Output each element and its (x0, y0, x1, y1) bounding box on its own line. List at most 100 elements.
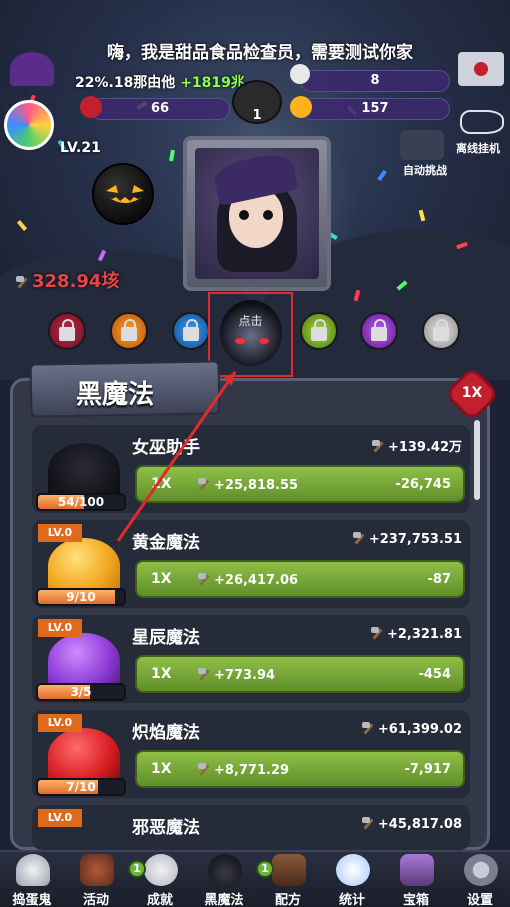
level-badge: LV.0 (38, 524, 82, 542)
nav-label: 活动 (82, 893, 109, 907)
pumpkin-face (106, 185, 144, 203)
bottom-nav: 捣蛋鬼 活动 1 成就 黑魔法 1 配方 统计 宝箱 设置 (0, 850, 510, 907)
damage-display: 328.94垓 (15, 267, 119, 293)
buy-gain: +26,417.06 (197, 572, 298, 588)
item-reward: +61,399.02 (361, 721, 462, 737)
locked-orb-green[interactable] (300, 312, 338, 350)
skull-count: 8 (370, 73, 380, 88)
auto-battle-label[interactable]: 自动挑战 (390, 162, 460, 178)
scrollbar[interactable] (474, 420, 480, 500)
demon-eye (259, 338, 269, 344)
list-item: LV.0 7/10 炽焰魔法 +61,399.02 1X +8,771.29 -… (32, 710, 470, 798)
tombstone-icon[interactable] (400, 130, 444, 160)
item-thumbnail: LV.0 (38, 619, 122, 689)
item-thumbnail (38, 429, 122, 499)
skull-icon (290, 64, 310, 84)
progress-text: 3/5 (70, 685, 92, 699)
item-reward-value: +61,399.02 (377, 722, 462, 737)
nav-item-settings[interactable]: 设置 (450, 852, 510, 907)
locked-orb-orange[interactable] (110, 312, 148, 350)
list-item: 54/100 女巫助手 +139.42万 1X +25,818.55 -26,7… (32, 425, 470, 513)
axe-icon (15, 275, 29, 289)
skull-icon (144, 854, 178, 886)
demon-eyes (235, 338, 271, 346)
buy-gain-value: +26,417.06 (214, 573, 299, 588)
level-badge: LV.0 (38, 809, 82, 827)
locked-orb-purple[interactable] (360, 312, 398, 350)
list-item: LV.0 9/10 黄金魔法 +237,753.51 1X +26,417.06… (32, 520, 470, 608)
dialog-message: 嗨，我是甜品食品检查员，需要测试你家 (107, 43, 413, 63)
buy-multiplier: 1X (151, 476, 172, 492)
progress-text: 54/100 (57, 495, 105, 509)
potion-icon (80, 96, 102, 118)
buy-button[interactable]: 1X +26,417.06 -87 (135, 560, 465, 598)
item-name: 炽焰魔法 (132, 723, 200, 743)
buy-button[interactable]: 1X +773.94 -454 (135, 655, 465, 693)
lock-icon (433, 319, 449, 341)
item-reward: +237,753.51 (352, 531, 462, 547)
witch-hat-icon (10, 52, 54, 86)
item-reward: +45,817.08 (361, 816, 462, 832)
book-icon (272, 854, 306, 886)
item-name: 黄金魔法 (132, 533, 200, 553)
level-badge: LV.0 (38, 619, 82, 637)
nav-item-ghost[interactable]: 捣蛋鬼 (2, 852, 62, 907)
pumpkin-icon[interactable] (92, 163, 154, 225)
buy-button[interactable]: 1X +8,771.29 -7,917 (135, 750, 465, 788)
nav-item-activity[interactable]: 活动 (66, 852, 126, 907)
nav-item-stats[interactable]: 统计 (322, 852, 382, 907)
portrait-eye (263, 210, 273, 220)
demon-icon (208, 854, 242, 886)
item-reward-value: +139.42万 (387, 440, 462, 455)
nav-item-dark-magic[interactable]: 黑魔法 (194, 852, 254, 907)
item-progress: 54/100 (36, 493, 126, 511)
item-reward: +2,321.81 (370, 626, 462, 642)
buy-gain-value: +25,818.55 (214, 478, 299, 493)
damage-value: 328.94垓 (32, 271, 120, 292)
skull-counter: 8 (300, 70, 450, 92)
selected-dark-magic-orb[interactable]: 点击 (208, 292, 293, 377)
buy-button[interactable]: 1X +25,818.55 -26,745 (135, 465, 465, 503)
level-badge: LV.0 (38, 714, 82, 732)
nav-item-achievements[interactable]: 1 成就 (128, 852, 190, 907)
confetti (418, 209, 426, 222)
buy-gain-value: +8,771.29 (214, 763, 290, 778)
item-name: 邪恶魔法 (132, 818, 200, 838)
item-name: 星辰魔法 (132, 628, 200, 648)
candy-count: 157 (361, 101, 389, 116)
buy-cost: -7,917 (404, 762, 451, 777)
locked-orb-red[interactable] (48, 312, 86, 350)
buy-gain-value: +773.94 (214, 668, 276, 683)
candy-avatar[interactable] (4, 100, 54, 150)
nav-label: 设置 (466, 893, 493, 907)
panel-title: 黑魔法 (76, 380, 155, 410)
axe-icon (371, 439, 385, 453)
crystal-ball-icon (336, 854, 370, 886)
nav-label: 统计 (338, 893, 365, 907)
item-reward: +139.42万 (371, 436, 462, 455)
locked-orb-white[interactable] (422, 312, 460, 350)
multiplier-label[interactable]: 1X (452, 385, 492, 401)
lock-icon (121, 319, 137, 341)
gear-icon (464, 854, 498, 886)
axe-icon (361, 816, 375, 830)
fish-bone-icon[interactable] (460, 110, 504, 134)
buy-multiplier: 1X (151, 571, 172, 587)
lock-icon (311, 319, 327, 341)
character-portrait[interactable] (183, 136, 331, 291)
notification-badge: 1 (256, 860, 274, 878)
buy-cost: -454 (418, 667, 451, 682)
nav-label: 捣蛋鬼 (12, 893, 52, 907)
nav-item-recipes[interactable]: 1 配方 (256, 852, 318, 907)
potion-count: 66 (150, 101, 170, 116)
progress-text: 7/10 (66, 780, 96, 794)
offline-idle-label[interactable]: 离线挂机 (446, 140, 510, 156)
nav-item-chest[interactable]: 宝箱 (386, 852, 446, 907)
axe-icon (197, 762, 211, 776)
axe-icon (370, 626, 384, 640)
locked-orb-blue[interactable] (172, 312, 210, 350)
mail-icon[interactable] (458, 52, 504, 86)
lock-icon (59, 319, 75, 341)
item-progress: 9/10 (36, 588, 126, 606)
witch-helper-icon (48, 443, 120, 499)
